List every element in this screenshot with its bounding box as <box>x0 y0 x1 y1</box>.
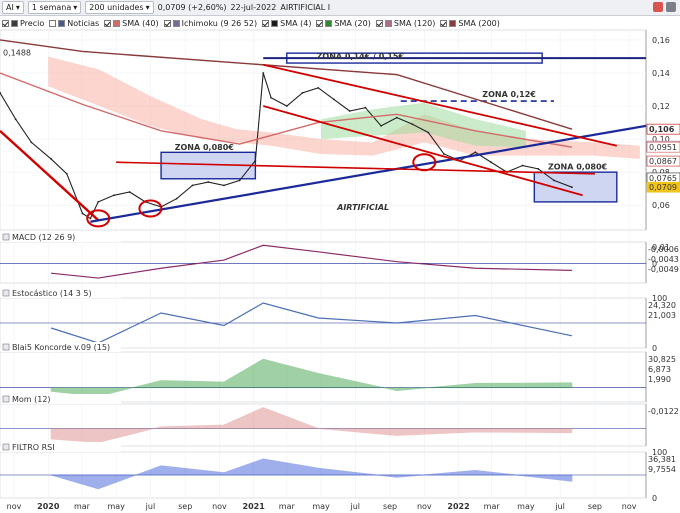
x-tick-label: mar <box>74 502 91 511</box>
price-point <box>81 212 84 215</box>
pane-title-label: Mom (12) <box>12 395 51 404</box>
x-tick-label: sep <box>178 502 192 511</box>
price-point <box>317 86 320 89</box>
price-point <box>348 110 351 112</box>
y-tick-label: 0,16 <box>652 36 670 45</box>
x-tick-label: nov <box>417 502 432 511</box>
x-tick-label: sep <box>588 502 602 511</box>
x-tick-label: 2021 <box>243 502 266 511</box>
pane-icon <box>2 395 10 403</box>
price-marker-5-label: 0,0765 <box>649 174 677 183</box>
price-point <box>521 164 524 167</box>
pane-icon <box>2 343 10 351</box>
price-point <box>113 194 115 197</box>
pane-y-tick-label: 0 <box>652 494 657 503</box>
y-tick-label: 0,14 <box>652 69 670 78</box>
price-point <box>223 184 225 187</box>
price-marker-6-label: 0,0709 <box>649 183 677 192</box>
pane-icon <box>2 443 10 451</box>
price-marker-4-label: 0,0867 <box>649 157 677 166</box>
pane-marker-label: 9,7554 <box>648 465 676 474</box>
x-tick-label: may <box>107 502 125 511</box>
pane-marker-label: 21,003 <box>648 311 676 320</box>
price-point <box>89 217 92 220</box>
price-point <box>50 158 52 160</box>
price-point <box>207 181 210 183</box>
price-point <box>262 72 265 74</box>
annotation-zona-014: ZONA 0,14€ / 0,15€ <box>317 52 405 61</box>
zone-box-0080-2022 <box>533 171 618 203</box>
macd-pane <box>0 241 647 284</box>
pane-title-label: Blai5 Koncorde v.09 (15) <box>12 343 110 352</box>
price-point <box>553 179 555 182</box>
price-point <box>427 131 430 134</box>
price-point <box>14 118 17 121</box>
price-marker-3-label: 0,0951 <box>649 143 677 152</box>
annotation-zona-0080-2020: ZONA 0,080€ <box>175 143 235 152</box>
pane-title-label: MACD (12 26 9) <box>12 233 75 242</box>
price-marker-top-label: 0,1488 <box>3 48 31 57</box>
price-point <box>443 153 445 155</box>
pane-y-tick-label: 0 <box>652 344 657 353</box>
price-point <box>128 191 131 193</box>
pane-marker-label: -0,0122 <box>648 407 679 416</box>
x-tick-label: 2020 <box>37 502 60 511</box>
annotation-zona-0080-2022: ZONA 0,080€ <box>548 163 608 172</box>
x-tick-label: nov <box>7 502 22 511</box>
x-tick-label: 2022 <box>447 502 469 511</box>
annotation-zona-012: ZONA 0,12€ <box>482 90 536 99</box>
x-tick-label: may <box>517 502 535 511</box>
pane-icon <box>2 289 10 297</box>
x-tick-label: nov <box>622 502 637 511</box>
pane-title-label: FILTRO RSI <box>12 443 55 452</box>
pane-marker-label: 24,320 <box>648 301 676 310</box>
pane-marker-label: 6,873 <box>648 365 671 374</box>
y-tick-label: 0,12 <box>652 102 670 111</box>
x-tick-label: jul <box>145 502 156 511</box>
price-point <box>474 151 477 154</box>
chart-canvas[interactable]: nov 2020 mar may jul sep nov 2021 mar may jul sep no… <box>0 0 680 513</box>
price-point <box>395 116 398 119</box>
price-point <box>97 201 100 203</box>
price-point <box>175 197 178 200</box>
x-tick-label: mar <box>484 502 501 511</box>
price-point <box>270 96 272 99</box>
price-point <box>571 186 573 189</box>
pane-marker-label: 30,825 <box>648 355 676 364</box>
x-tick-label: nov <box>212 502 227 511</box>
price-point <box>191 184 194 187</box>
pane-icon <box>2 233 10 241</box>
pane-marker-label: 1,990 <box>648 375 671 384</box>
x-tick-label: jul <box>554 502 565 511</box>
price-point <box>333 98 335 101</box>
price-point <box>238 179 241 182</box>
chart-watermark-title: AIRTIFICIAL <box>336 203 389 212</box>
pane-title-label: Estocástico (14 3 5) <box>12 289 92 298</box>
price-point <box>537 167 540 170</box>
price-point <box>65 172 68 175</box>
x-tick-label: may <box>312 502 330 511</box>
pane-marker-label: -0,0043 <box>648 255 679 264</box>
price-point <box>254 159 257 162</box>
x-tick-label: mar <box>279 502 296 511</box>
price-point <box>380 124 382 127</box>
price-point <box>285 105 288 107</box>
price-point <box>490 161 492 164</box>
pane-marker-label: -0,0006 <box>648 245 679 254</box>
price-point <box>411 123 414 126</box>
y-tick-label: 0,06 <box>652 201 670 210</box>
price-point <box>364 106 367 109</box>
pane-marker-label: -0,0049 <box>648 265 679 274</box>
x-tick-label: sep <box>383 502 397 511</box>
x-tick-label: jul <box>350 502 361 511</box>
price-marker-1-label: 0,106 <box>649 125 675 134</box>
pane-marker-label: 36,381 <box>648 455 676 464</box>
price-point <box>30 141 33 144</box>
price-point <box>301 91 304 94</box>
